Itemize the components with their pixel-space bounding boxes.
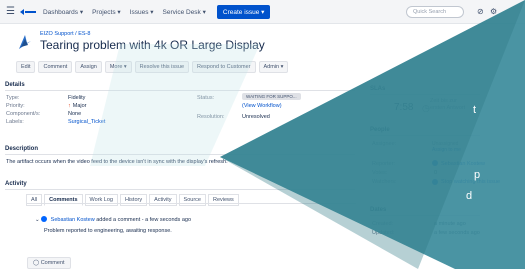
labels-label: Labels: [6,119,24,125]
resolution-label: Resolution: [197,114,225,120]
votes-value[interactable]: 0 [434,170,437,176]
respond-button[interactable]: Respond to Customer [192,61,256,73]
nav-issues[interactable]: Issues ▾ [130,8,154,16]
status-label: Status: [197,95,215,101]
nav-dashboards[interactable]: Dashboards ▾ [43,8,83,16]
dates-heading: Dates [370,207,387,213]
watch-icon[interactable] [432,179,438,185]
nav-projects[interactable]: Projects ▾ [92,8,121,16]
priority-value: ↑ Major [68,103,87,109]
priority-label: Priority: [6,103,25,109]
comment-header: ⌄ Sebastian Kostew added a comment - a f… [35,215,191,223]
created-value: a minute ago [434,221,466,227]
description-text: The artifact occurs when the video feed … [6,159,228,165]
components-label: Component/s: [6,111,41,117]
description-divider [5,154,355,155]
comment-button[interactable]: ◯ Comment [27,257,71,269]
labels-value[interactable]: Surgical_Ticket [68,119,105,125]
watchers-label: Watchers: [372,179,397,185]
project-avatar-icon [19,35,31,49]
type-value: Fidelity [68,95,86,101]
admin-button[interactable]: Admin ▾ [258,61,289,73]
tab-comments[interactable]: Comments [44,194,83,206]
assignee-label: Assignee: [372,141,397,147]
dates-divider [370,215,480,216]
sla-time: 7:58 [394,102,414,113]
reporter-value[interactable]: Sebastian Kostew [441,161,485,167]
quick-search-input[interactable]: Quick Search [406,6,464,18]
priority-text: Major [72,103,87,109]
tab-all[interactable]: All [26,194,43,206]
watchers-value[interactable]: Stop watching this issue [441,179,500,185]
description-heading: Description [5,146,39,152]
tab-activity[interactable]: Activity [149,194,177,206]
assignee-value: Unassigned Assign to me [432,141,461,153]
comment-meta: added a comment - a few seconds ago [96,217,192,223]
activity-tabs: All Comments Work Log History Activity S… [26,194,241,206]
tabs-divider [26,203,356,204]
activity-heading: Activity [5,181,27,187]
details-heading: Details [5,82,25,88]
updated-label: Updated: [372,230,395,236]
app-switcher-icon[interactable]: ☰ [6,6,15,17]
clock-icon: ◷ [422,103,430,113]
tab-history[interactable]: History [119,194,148,206]
overlay-letter-d: d [466,190,473,202]
reporter-label: Reporter: [372,161,395,167]
status-badge[interactable]: WAITING FOR SUPPO... [242,93,301,100]
view-workflow-link[interactable]: (View Workflow) [242,103,282,109]
created-label: Created: [372,221,394,227]
breadcrumb[interactable]: EIZO Support / ES-8 [40,31,90,37]
tab-work-log[interactable]: Work Log [84,194,118,206]
more-button[interactable]: More ▾ [104,61,132,73]
edit-button[interactable]: Edit [16,61,36,73]
assign-button[interactable]: Assign [75,61,102,73]
overlay-letter-p: p [474,169,481,181]
priority-arrow-icon: ↑ [68,103,71,109]
people-divider [370,135,480,136]
activity-divider [5,189,355,190]
people-heading: People [370,127,390,133]
issue-toolbar: Edit Comment Assign More ▾ Resolve this … [16,61,291,73]
create-issue-button[interactable]: Create issue ▾ [216,4,271,19]
comment-author[interactable]: Sebastian Kostew [51,217,95,223]
comment-button-label: Comment [40,260,65,266]
comment-bubble-icon: ◯ [33,260,40,266]
votes-label: Votes: [372,170,388,176]
sla-name: Zeit bis zur ersten Antwort [430,98,466,111]
comment-body: Problem reported to engineering, awaitin… [44,228,172,234]
settings-icon[interactable]: ⚙ [490,7,497,16]
details-divider [5,90,355,91]
resolution-value: Unresolved [242,114,270,120]
collapse-chevron-icon[interactable]: ⌄ [35,217,40,223]
jira-logo[interactable] [19,8,37,16]
nav-service-desk[interactable]: Service Desk ▾ [163,8,206,16]
sla-divider [370,94,480,95]
comment-toolbar-button[interactable]: Comment [38,61,73,73]
sla-heading: SLAs [370,86,386,92]
help-icon[interactable]: ⊘ [477,7,484,16]
type-label: Type: [6,95,20,101]
reporter-avatar[interactable] [432,160,438,166]
resolve-button[interactable]: Resolve this issue [134,61,189,73]
tab-reviews[interactable]: Reviews [207,194,239,206]
tab-source[interactable]: Source [178,194,206,206]
overlay-letter-t: t [473,104,477,116]
components-value: None [68,111,82,117]
assign-to-me-link[interactable]: Assign to me [432,147,461,153]
updated-value: a few seconds ago [434,230,480,236]
commenter-avatar[interactable] [41,216,48,222]
issue-title: Tearing problem with 4k OR Large Display [40,38,265,52]
